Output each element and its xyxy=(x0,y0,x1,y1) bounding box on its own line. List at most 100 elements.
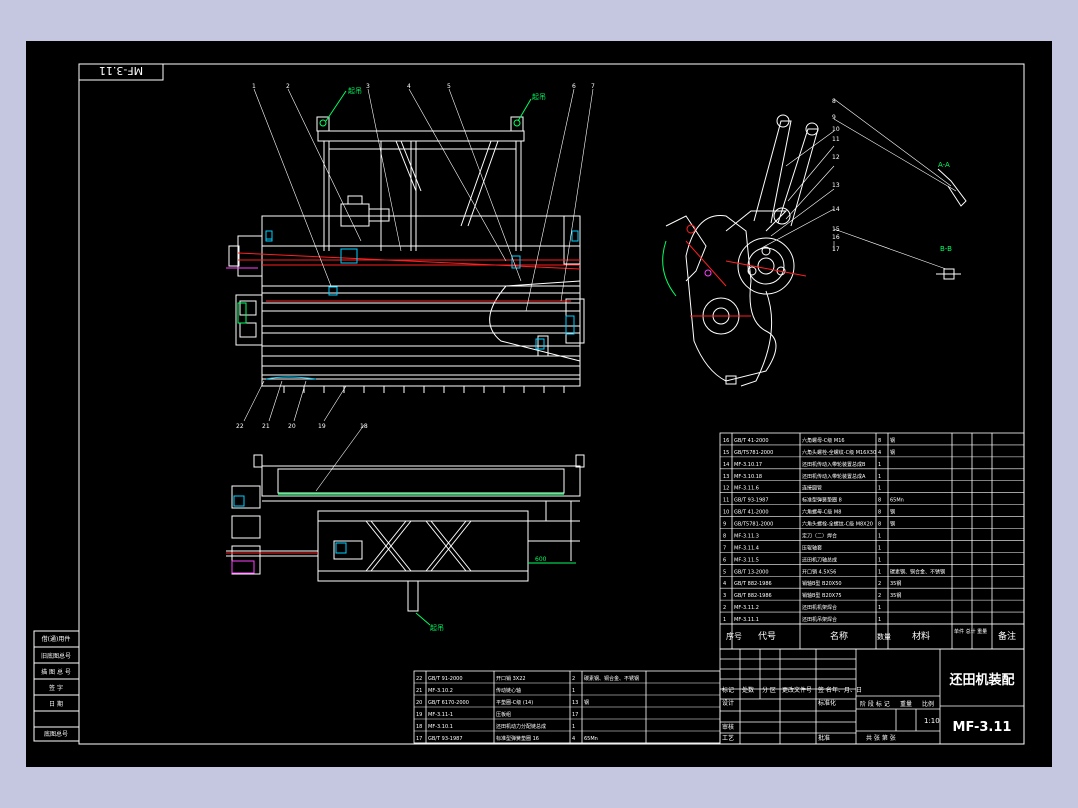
bom-upper xyxy=(719,432,1025,650)
bom-upper-cell: 1 xyxy=(878,486,881,492)
bom-upper-cell: 还田机吊架焊合 xyxy=(802,616,837,623)
leaders-top xyxy=(253,88,594,312)
bom-lower-cell: GB/T 93-1987 xyxy=(428,736,463,742)
bom-upper-cell: 8 xyxy=(878,438,881,444)
bom-hdr-4: 材料 xyxy=(912,630,930,642)
bom-upper-cell: 1 xyxy=(878,462,881,468)
bom-hdr-0: 序号 xyxy=(726,631,742,641)
left-block: 借(通)用件 旧底图总号 描 图 总 号 签 字 日 期 底图总号 xyxy=(33,630,80,742)
bom-upper-cell: 10 xyxy=(723,510,729,516)
bom-upper-cell: 13 xyxy=(723,474,729,480)
bom-upper-cell: 还田机机架焊合 xyxy=(802,604,837,611)
side-view xyxy=(665,114,819,387)
bom-upper-cell: GB/T5781-2000 xyxy=(734,522,773,528)
bom-lower-cell: 平垫圈-C级 (14) xyxy=(496,699,533,706)
bom-lower-cell: 65Mn xyxy=(584,736,598,742)
bom-upper-cell: 35钢 xyxy=(890,580,901,587)
bom-upper-cell: MF-3.11.6 xyxy=(734,486,759,492)
bom-upper-cell: 4 xyxy=(878,450,881,456)
inner-frame xyxy=(78,63,1025,745)
bom-upper-cell: 钢 xyxy=(890,449,895,456)
lift-label-1: 起吊 xyxy=(348,87,362,95)
leader-15: 15 xyxy=(832,226,840,233)
leader-1: 1 xyxy=(252,83,256,90)
bom-upper-cell: MF-3.10.17 xyxy=(734,462,762,468)
bom-upper-cell: 开口销 4.5X56 xyxy=(802,568,836,575)
bom-lower-cell: 标准型弹簧垫圈 16 xyxy=(496,735,539,742)
bom-upper-cell: 4 xyxy=(723,581,726,587)
bom-lower-cell: 传动链心轴 xyxy=(496,687,521,694)
bom-hdr-1: 代号 xyxy=(758,631,776,642)
bom-upper-cell: 还田机传动入带轮装置总成A xyxy=(802,473,866,480)
bom-upper-cell: GB/T 41-2000 xyxy=(734,438,769,444)
bom-upper-cell: 8 xyxy=(878,498,881,504)
bom-upper-cell: 2 xyxy=(878,581,881,587)
bom-lower-cell: 开口销 3X22 xyxy=(496,675,526,682)
bom-upper-cell: 2 xyxy=(723,605,726,611)
stamp-mirrored: MF-3.11 xyxy=(99,64,143,77)
bom-upper-cell: 还田机传动入带轮装置总成B xyxy=(802,461,866,468)
bom-upper-cell: 8 xyxy=(878,510,881,516)
bom-upper-cell: 1 xyxy=(878,533,881,539)
bom-upper-cell: 钢 xyxy=(890,521,895,528)
bom-hdr-5: 单件 总计 重量 xyxy=(954,628,987,635)
bom-upper-cell: 钢 xyxy=(890,437,895,444)
bom-hdr-2: 名称 xyxy=(830,630,848,642)
bom-upper-cell: 六角螺母-C级 M8 xyxy=(802,509,841,516)
bom-lower-rows: 22 GB/T 91-2000 开口销 3X22 2 碳素钢、铜合金、不锈钢 21 MF-3… xyxy=(414,675,720,744)
bom-upper-cell: GB/T 93-1987 xyxy=(734,498,769,504)
bom-upper-cell: 15 xyxy=(723,450,729,456)
tb-r1-2: 分 区 xyxy=(762,686,776,694)
bom-upper-cell: 8 xyxy=(878,522,881,528)
leader-19: 19 xyxy=(318,423,326,430)
bom-upper-cell: 销轴B型 B20X75 xyxy=(802,592,842,599)
bom-upper-cell: 12 xyxy=(723,486,729,492)
bom-lower-cell: 压板组 xyxy=(496,711,511,718)
top-view-accents xyxy=(226,493,576,626)
bom-upper-cell: 14 xyxy=(723,462,729,468)
bom-upper-cell: 六角头螺栓-全螺纹-C级 M8X20 xyxy=(802,521,873,528)
leader-12: 12 xyxy=(832,154,840,161)
tb-stage: 阶 段 标 记 xyxy=(860,700,890,708)
tb-scale: 1:10 xyxy=(924,717,940,725)
top-view xyxy=(226,454,585,612)
drawing-title: 还田机装配 xyxy=(948,672,1014,688)
bom-lower-cell: GB/T 6170-2000 xyxy=(428,700,469,706)
tb-pages: 共 张 第 张 xyxy=(866,734,896,742)
bom-upper-cell: 销轴B型 B20X50 xyxy=(802,580,842,587)
bom-upper-cell: MF-3.11.1 xyxy=(734,617,759,623)
bom-upper-cell: 1 xyxy=(878,545,881,551)
bom-lower-cell: 18 xyxy=(416,724,422,730)
bom-upper-cell: 六角头螺栓-全螺纹-C级 M16X30 xyxy=(802,449,876,456)
leader-2: 2 xyxy=(286,83,290,90)
leader-14: 14 xyxy=(832,206,840,213)
bom-upper-cell: 1 xyxy=(878,557,881,563)
bom-upper-cell: 1 xyxy=(878,569,881,575)
tb-process: 工艺 xyxy=(722,734,734,742)
tb-ratio: 比例 xyxy=(922,700,934,708)
bom-upper-cell: MF-3.11.2 xyxy=(734,605,759,611)
tb-design: 设计 xyxy=(722,699,734,707)
leader-11: 11 xyxy=(832,136,840,143)
bom-upper-cell: MF-3.11.3 xyxy=(734,533,759,539)
bom-upper-cell: 1 xyxy=(878,474,881,480)
tb-r1-1: 处数 xyxy=(742,686,754,694)
detail-b-label: B-B xyxy=(940,245,952,253)
bom-upper-cell: GB/T5781-2000 xyxy=(734,450,773,456)
bom-lower-cell: 1 xyxy=(572,688,575,694)
bom-upper-cell: 6 xyxy=(723,557,726,563)
bom-upper-cell: 钢 xyxy=(890,509,895,516)
cad-drawing: MF-3.11 借(通)用件 旧底图总号 描 图 总 号 签 字 日 期 底图总… xyxy=(33,63,1025,745)
drawing-number: MF-3.11 xyxy=(953,720,1012,735)
bom-upper-cell: GB/T 882-1986 xyxy=(734,593,772,599)
bom-lower-cell: 4 xyxy=(572,736,575,742)
tb-r1-0: 标记 xyxy=(722,686,734,694)
bom-upper-cell: 7 xyxy=(723,545,726,551)
drawing-sheet: MF-3.11 借(通)用件 旧底图总号 描 图 总 号 签 字 日 期 底图总… xyxy=(26,41,1052,767)
bom-lower-cell: 20 xyxy=(416,700,422,706)
left-row-1: 旧底图总号 xyxy=(41,652,71,660)
tb-r1-4: 签 名 xyxy=(818,686,832,694)
leader-21: 21 xyxy=(262,423,270,430)
lift-label-3: 起吊 xyxy=(430,624,444,632)
bom-upper-cell: 8 xyxy=(723,533,726,539)
